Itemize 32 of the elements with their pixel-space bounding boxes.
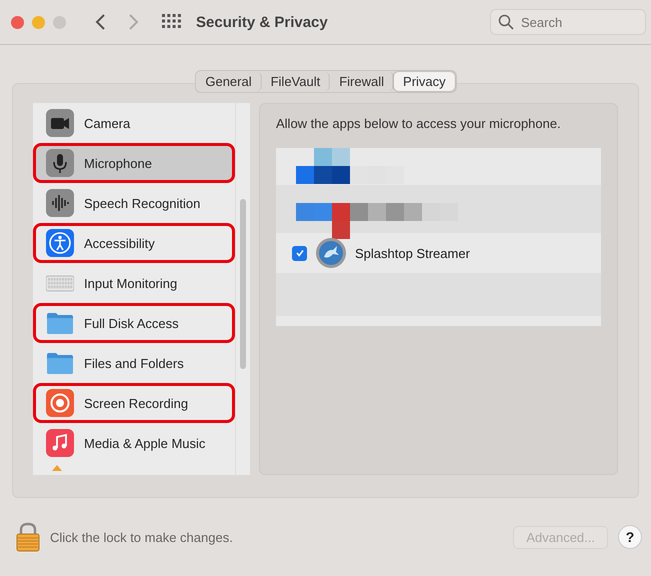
sidebar-item[interactable]: Files and Folders bbox=[33, 343, 235, 383]
accessibility-icon bbox=[46, 229, 74, 257]
app-row[interactable]: Splashtop Streamer bbox=[276, 233, 601, 273]
lock-message: Click the lock to make changes. bbox=[50, 530, 233, 544]
waveform-icon bbox=[46, 189, 74, 217]
window-title: Security & Privacy bbox=[196, 14, 329, 30]
lock-icon[interactable] bbox=[16, 522, 40, 552]
sidebar-item[interactable]: Media & Apple Music bbox=[33, 423, 235, 463]
sidebar-item[interactable]: Speech Recognition bbox=[33, 183, 235, 223]
app-icon bbox=[315, 237, 347, 269]
checkbox[interactable] bbox=[292, 246, 307, 260]
microphone-icon bbox=[46, 149, 74, 177]
scrollbar-thumb[interactable] bbox=[240, 199, 246, 369]
sidebar-item[interactable]: Input Monitoring bbox=[33, 263, 235, 303]
music-note-icon bbox=[46, 429, 74, 457]
sidebar-item[interactable]: Camera bbox=[33, 103, 235, 143]
sidebar-item[interactable]: Screen Recording bbox=[33, 383, 235, 423]
tab[interactable]: Privacy bbox=[394, 72, 455, 91]
app-name: Splashtop Streamer bbox=[355, 246, 470, 260]
description-text: Allow the apps below to access your microphone. bbox=[276, 116, 562, 131]
record-icon bbox=[46, 389, 74, 417]
checkmark-icon bbox=[294, 248, 304, 258]
search-field[interactable]: Search bbox=[490, 9, 646, 35]
sidebar-item[interactable]: Accessibility bbox=[33, 223, 235, 263]
sidebar-item[interactable]: Full Disk Access bbox=[33, 303, 235, 343]
minimize-button[interactable] bbox=[32, 16, 45, 28]
sidebar-item[interactable]: Microphone bbox=[33, 143, 235, 183]
camera-icon bbox=[46, 109, 74, 137]
tab[interactable]: FileVault bbox=[262, 72, 330, 91]
close-button[interactable] bbox=[11, 16, 24, 28]
grid-icon[interactable] bbox=[162, 14, 182, 30]
help-button[interactable]: ? bbox=[618, 525, 642, 549]
